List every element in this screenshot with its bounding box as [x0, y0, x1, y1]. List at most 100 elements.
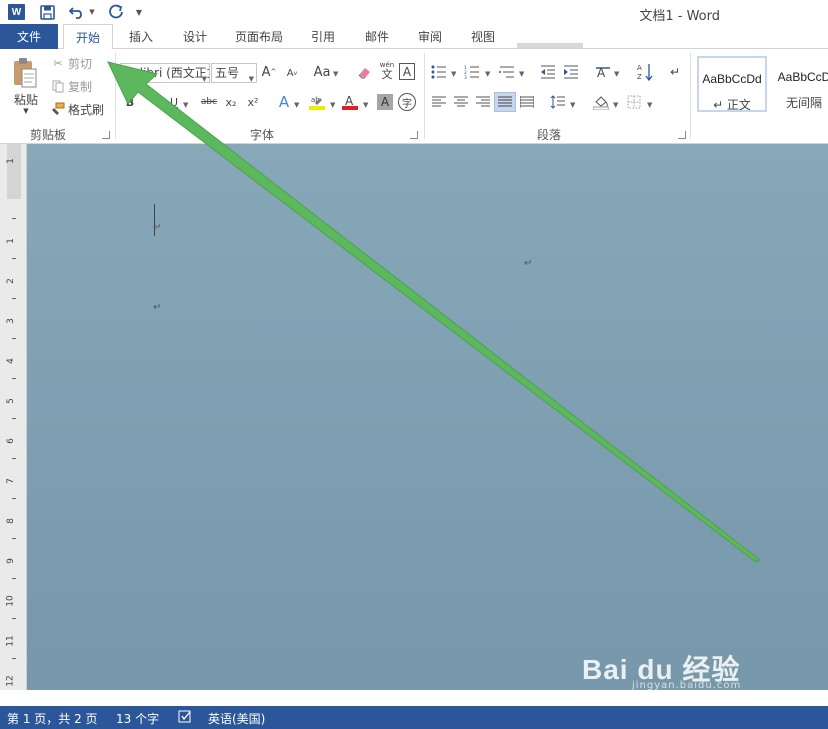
paste-icon[interactable]	[12, 57, 38, 91]
ruler-tick	[12, 538, 16, 539]
clipboard-launcher-icon[interactable]	[102, 131, 110, 139]
chevron-down-icon[interactable]: ▼	[183, 101, 188, 109]
enclose-characters-button[interactable]: 字	[398, 93, 416, 111]
chevron-down-icon[interactable]: ▼	[485, 70, 490, 78]
shading-icon[interactable]	[592, 93, 610, 111]
tab-design[interactable]: 设计	[174, 24, 216, 49]
vertical-ruler[interactable]: 1 1 2 3 4 5 6 7 8 9 10 11 12	[0, 144, 27, 690]
distributed-icon[interactable]	[519, 94, 535, 110]
change-case-button[interactable]: Aa	[312, 63, 332, 81]
highlight-icon[interactable]: ab	[308, 93, 326, 111]
undo-icon[interactable]	[68, 3, 86, 21]
decrease-indent-icon[interactable]	[539, 63, 557, 81]
align-right-icon[interactable]	[475, 94, 491, 110]
ruler-tick	[12, 378, 16, 379]
underline-button[interactable]: U	[168, 94, 180, 110]
character-border-button[interactable]: A	[399, 63, 415, 80]
font-size-combobox[interactable]: 五号 ▼	[211, 63, 257, 83]
bold-button[interactable]: B	[124, 94, 136, 110]
page-count[interactable]: 第 1 页，共 2 页	[7, 710, 98, 727]
tab-page-layout[interactable]: 页面布局	[228, 24, 290, 49]
paste-dropdown-icon[interactable]: ▼	[21, 107, 31, 115]
increase-indent-icon[interactable]	[562, 63, 580, 81]
bullets-icon[interactable]	[430, 63, 448, 81]
shrink-font-icon[interactable]: Av	[285, 65, 299, 81]
superscript-button[interactable]: x²	[245, 94, 261, 110]
show-marks-icon[interactable]: ↵	[668, 63, 682, 81]
document-page[interactable]: ↵ ↵ ↵ Bai du 经验 jingyan.baidu.com	[27, 144, 828, 690]
cut-button[interactable]: 剪切	[68, 56, 92, 71]
numbering-icon[interactable]: 123	[463, 63, 481, 81]
chevron-down-icon[interactable]: ▼	[294, 101, 299, 109]
redo-icon[interactable]	[107, 3, 125, 21]
align-center-icon[interactable]	[453, 94, 469, 110]
tab-file[interactable]: 文件	[0, 24, 58, 49]
justify-icon[interactable]	[494, 92, 516, 112]
svg-text:A: A	[637, 64, 642, 72]
character-shading-button[interactable]: A	[377, 94, 393, 110]
chevron-down-icon[interactable]: ▼	[451, 70, 456, 78]
text-effects-icon[interactable]: A	[276, 93, 292, 111]
line-spacing-icon[interactable]	[549, 93, 567, 111]
chevron-down-icon[interactable]: ▼	[519, 70, 524, 78]
font-color-icon[interactable]: A	[341, 93, 359, 111]
clear-formatting-icon[interactable]	[356, 63, 374, 81]
style-no-spacing[interactable]: AaBbCcD 无间隔	[769, 56, 828, 112]
tab-mailings[interactable]: 邮件	[356, 24, 398, 49]
tab-insert[interactable]: 插入	[120, 24, 162, 49]
paragraph-mark: ↵	[153, 302, 162, 313]
chevron-down-icon[interactable]: ▼	[363, 101, 368, 109]
copy-button[interactable]: 复制	[68, 79, 92, 94]
multilevel-list-icon[interactable]	[498, 63, 516, 81]
strikethrough-button[interactable]: abc	[199, 94, 219, 110]
cut-icon[interactable]: ✂	[51, 56, 65, 70]
chevron-down-icon[interactable]: ▼	[570, 101, 575, 109]
ruler-number: 1	[5, 238, 16, 244]
borders-icon[interactable]	[626, 94, 642, 110]
ruler-number: 4	[5, 358, 16, 364]
style-name: 无间隔	[785, 96, 822, 110]
grow-font-icon[interactable]: A ^	[262, 63, 277, 81]
copy-icon[interactable]	[51, 79, 65, 93]
chevron-down-icon[interactable]: ▼	[613, 101, 618, 109]
asian-layout-icon[interactable]: A	[594, 63, 612, 81]
paragraph-launcher-icon[interactable]	[678, 131, 686, 139]
undo-dropdown-icon[interactable]: ▼	[87, 3, 97, 21]
align-left-icon[interactable]	[431, 94, 447, 110]
ruler-tick	[12, 658, 16, 659]
tab-view[interactable]: 视图	[462, 24, 504, 49]
phonetic-guide-button[interactable]: wén 文	[378, 60, 396, 82]
ruler-tick	[12, 458, 16, 459]
chevron-down-icon[interactable]: ▼	[249, 70, 254, 88]
ruler-number: 5	[5, 398, 16, 404]
ruler-tick	[12, 298, 16, 299]
paste-button[interactable]: 粘贴	[11, 91, 41, 107]
style-sample: AaBbCcD	[777, 70, 828, 84]
chevron-down-icon[interactable]: ▼	[647, 101, 652, 109]
ruler-number: 7	[5, 478, 16, 484]
ruler-margin	[7, 144, 21, 199]
chevron-down-icon[interactable]: ▼	[614, 70, 619, 78]
tab-references[interactable]: 引用	[302, 24, 344, 49]
save-icon[interactable]	[38, 3, 56, 21]
format-painter-button[interactable]: 格式刷	[68, 102, 104, 117]
tab-review[interactable]: 审阅	[409, 24, 451, 49]
chevron-down-icon[interactable]: ▼	[333, 70, 338, 78]
sort-icon[interactable]: AZ	[636, 62, 654, 82]
proofing-icon[interactable]	[178, 710, 192, 724]
font-launcher-icon[interactable]	[410, 131, 418, 139]
ruler-number: 9	[5, 558, 16, 564]
chevron-down-icon[interactable]: ▼	[202, 70, 207, 82]
language-indicator[interactable]: 英语(美国)	[208, 710, 265, 727]
tab-home[interactable]: 开始	[63, 24, 113, 50]
customize-qat-icon[interactable]: ▼	[133, 3, 145, 21]
font-name-combobox[interactable]: Calibri (西文正文 ▼	[120, 63, 210, 83]
ribbon: 粘贴 ▼ ✂ 剪切 复制 格式刷 剪贴板 Calibri (西文正文 ▼ 五号 …	[0, 49, 828, 144]
style-normal[interactable]: AaBbCcDd ↵ 正文	[697, 56, 767, 112]
group-separator	[690, 53, 691, 139]
subscript-button[interactable]: x₂	[223, 94, 239, 110]
ruler-number: 11	[5, 635, 16, 647]
format-painter-icon[interactable]	[51, 102, 65, 116]
chevron-down-icon[interactable]: ▼	[330, 101, 335, 109]
word-count[interactable]: 13 个字	[116, 710, 159, 727]
